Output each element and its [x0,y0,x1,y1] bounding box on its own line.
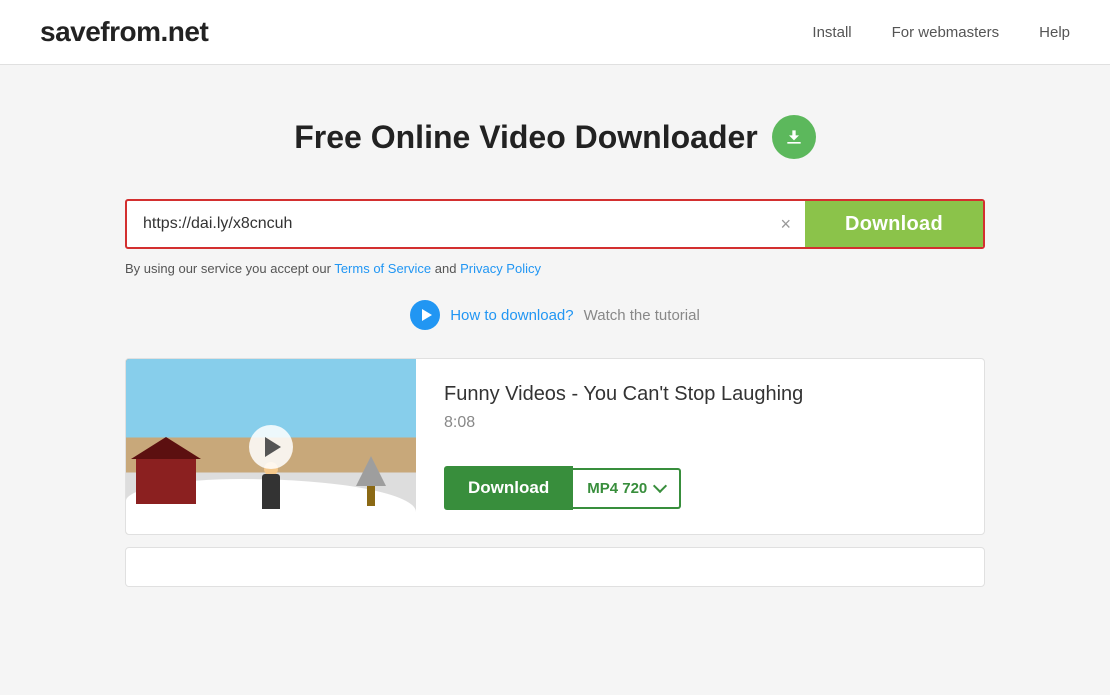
search-download-button[interactable]: Download [805,201,983,247]
search-box: × Download [125,199,985,249]
hero-download-icon [772,115,816,159]
play-icon [410,300,440,330]
hero-title: Free Online Video Downloader [294,119,758,156]
watch-tutorial-text: Watch the tutorial [584,307,700,324]
search-input-wrap: × [127,201,805,247]
hero-section: Free Online Video Downloader [125,115,985,159]
search-input[interactable] [127,201,805,247]
nav-webmasters[interactable]: For webmasters [892,24,1000,41]
clear-button[interactable]: × [777,211,796,237]
video-play-button[interactable] [249,425,293,469]
terms-text: By using our service you accept our Term… [125,261,985,276]
tree-decoration [356,456,386,506]
chevron-down-icon [653,479,667,493]
video-duration: 8:08 [444,414,956,432]
nav-install[interactable]: Install [812,24,851,41]
figure-decoration [262,462,280,509]
video-thumbnail [126,359,416,534]
house-decoration [136,437,201,504]
how-to-link[interactable]: How to download? [450,307,573,324]
video-info: Funny Videos - You Can't Stop Laughing 8… [416,359,984,534]
result-card: Funny Videos - You Can't Stop Laughing 8… [125,358,985,535]
video-title: Funny Videos - You Can't Stop Laughing [444,383,956,406]
format-select-button[interactable]: MP4 720 [573,468,681,509]
video-actions: Download MP4 720 [444,466,956,510]
video-download-button[interactable]: Download [444,466,573,510]
download-arrow-icon [784,127,804,147]
privacy-policy-link[interactable]: Privacy Policy [460,261,541,276]
terms-prefix: By using our service you accept our [125,261,331,276]
format-label: MP4 720 [587,480,647,497]
terms-of-service-link[interactable]: Terms of Service [334,261,431,276]
terms-and: and [435,261,460,276]
main-nav: Install For webmasters Help [812,24,1070,41]
how-to-section: How to download? Watch the tutorial [125,300,985,330]
site-logo: savefrom.net [40,16,208,48]
search-area: × Download [125,199,985,249]
nav-help[interactable]: Help [1039,24,1070,41]
result-card-stub [125,547,985,587]
